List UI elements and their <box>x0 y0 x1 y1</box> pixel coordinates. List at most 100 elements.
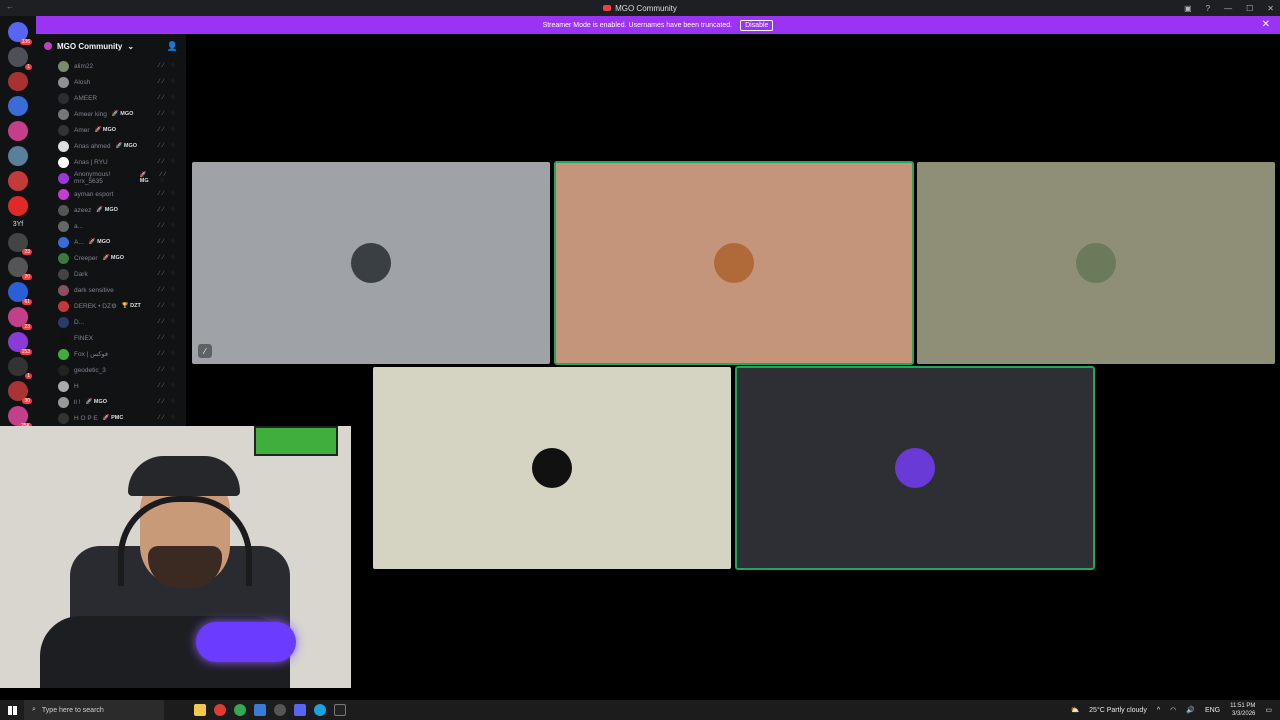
servers2-server-icon[interactable]: 30 <box>8 381 32 405</box>
voice-member-row[interactable]: a... ⁄⁄ ◌ <box>36 218 186 234</box>
network-icon[interactable]: ◠ <box>1170 706 1176 714</box>
member-name: Anonymous! mrx_5635 <box>74 171 111 185</box>
servers-server-icon[interactable] <box>8 121 28 142</box>
member-tag: 🚀 MGO <box>115 143 138 149</box>
servers2-server-icon[interactable]: 1 <box>8 356 32 380</box>
start-button[interactable] <box>0 700 24 720</box>
help-icon[interactable]: ? <box>1206 4 1210 13</box>
voice-member-row[interactable]: dark sensitive ⁄⁄ ◌ <box>36 282 186 298</box>
notification-icon[interactable]: ▭ <box>1265 706 1272 714</box>
voice-member-row[interactable]: H ⁄⁄ ◌ <box>36 378 186 394</box>
muted-icon: ⁄⁄ ◌ <box>158 287 178 293</box>
avatar <box>58 92 69 104</box>
volume-icon[interactable]: 🔊 <box>1186 706 1195 714</box>
app-icon[interactable] <box>274 704 286 716</box>
voice-member-row[interactable]: ll ! 🚀 MGO ⁄⁄ ◌ <box>36 394 186 410</box>
member-name: Dark <box>74 270 88 278</box>
voice-member-row[interactable]: Ameer king 🚀 MGO ⁄⁄ ◌ <box>36 106 186 122</box>
servers-server-icon[interactable] <box>8 195 28 216</box>
chevron-up-icon[interactable]: ^ <box>1157 707 1160 714</box>
voice-member-row[interactable]: Anas | RYU ⁄⁄ ◌ <box>36 154 186 170</box>
webcam-overlay <box>0 426 351 688</box>
member-name: FINEX <box>74 334 94 342</box>
headset <box>118 496 252 586</box>
voice-member-row[interactable]: AMEER ⁄⁄ ◌ <box>36 90 186 106</box>
member-name: ll ! <box>74 398 81 406</box>
voice-member-row[interactable]: Anonymous! mrx_5635 🚀 MG ⁄⁄ ◌ <box>36 170 186 186</box>
servers2-server-icon[interactable]: 25K <box>8 406 32 429</box>
voice-member-row[interactable]: D... ⁄⁄ ◌ <box>36 314 186 330</box>
voice-member-row[interactable]: H O P E 🚀 PMC ⁄⁄ ◌ <box>36 410 186 426</box>
opera-icon[interactable] <box>214 704 226 716</box>
maximize-icon[interactable]: ☐ <box>1246 4 1253 13</box>
servers-server-icon[interactable] <box>8 170 28 191</box>
video-tile[interactable] <box>554 161 914 365</box>
capcut-icon[interactable] <box>334 704 346 716</box>
muted-icon: ⁄⁄ ◌ <box>158 127 178 133</box>
video-tile[interactable] <box>917 162 1275 364</box>
close-window-icon[interactable]: ✕ <box>1267 4 1274 13</box>
back-arrow-icon[interactable]: ← <box>6 2 14 11</box>
voice-member-row[interactable]: Amer 🚀 MGO ⁄⁄ ◌ <box>36 122 186 138</box>
add-member-icon[interactable]: 👤 <box>167 41 178 52</box>
video-tile[interactable] <box>735 366 1095 570</box>
window-controls: ▣ ? — ☐ ✕ <box>1184 0 1274 16</box>
muted-icon: ⁄⁄ ◌ <box>158 79 178 85</box>
muted-icon: ⁄⁄ ◌ <box>158 319 178 325</box>
video-tile[interactable]: ⁄ <box>192 162 550 364</box>
servers2-server-icon[interactable]: 23 <box>8 232 32 256</box>
servers-server-icon[interactable] <box>8 146 28 166</box>
muted-icon: ⁄⁄ ◌ <box>158 63 178 69</box>
taskbar-search[interactable]: ⌕ Type here to search <box>24 700 164 720</box>
member-name: azeez <box>74 206 92 214</box>
voice-member-row[interactable]: ayman esport ⁄⁄ ◌ <box>36 186 186 202</box>
banner-close-icon[interactable]: ✕ <box>1262 19 1270 30</box>
voice-member-row[interactable]: DEREK • DZ⚙ 🏆 DZT ⁄⁄ ◌ <box>36 298 186 314</box>
unread-badge: 1 <box>25 373 32 380</box>
servers-server-icon[interactable]: 1 <box>8 46 32 70</box>
voice-member-row[interactable]: Fox | فوكس ⁄⁄ ◌ <box>36 346 186 362</box>
clock[interactable]: 11:51 PM 3/3/2026 <box>1230 702 1255 718</box>
voice-member-row[interactable]: FINEX ⁄⁄ ◌ <box>36 330 186 346</box>
servers-server-icon[interactable] <box>8 96 28 117</box>
muted-icon: ⁄⁄ ◌ <box>158 159 178 165</box>
store-icon[interactable] <box>254 704 266 716</box>
member-tag: 🚀 MGO <box>88 239 111 245</box>
avatar <box>58 396 69 408</box>
voice-member-row[interactable]: geodetic_3 ⁄⁄ ◌ <box>36 362 186 378</box>
language-indicator[interactable]: ENG <box>1205 707 1220 714</box>
voice-member-row[interactable]: Alosh ⁄⁄ ◌ <box>36 74 186 90</box>
voice-member-row[interactable]: Dark ⁄⁄ ◌ <box>36 266 186 282</box>
voice-member-row[interactable]: A... 🚀 MGO ⁄⁄ ◌ <box>36 234 186 250</box>
chrome-icon[interactable] <box>234 704 246 716</box>
voice-member-row[interactable]: Anas ahmed 🚀 MGO ⁄⁄ ◌ <box>36 138 186 154</box>
avatar <box>58 188 69 200</box>
search-icon: ⌕ <box>32 706 36 713</box>
member-name: Creeper <box>74 254 98 262</box>
server-header[interactable]: MGO Community ⌄ 👤 <box>36 34 186 58</box>
servers2-server-icon[interactable]: 61 <box>8 282 32 305</box>
minimize-icon[interactable]: — <box>1224 4 1232 13</box>
streamer-mode-banner: Streamer Mode is enabled. Usernames have… <box>36 16 1280 34</box>
servers2-server-icon[interactable]: 23 <box>8 306 32 330</box>
edge-icon[interactable] <box>314 704 326 716</box>
servers-server-icon[interactable]: 336 <box>8 22 32 45</box>
voice-member-row[interactable]: alim22 ⁄⁄ ◌ <box>36 58 186 74</box>
inbox-icon[interactable]: ▣ <box>1184 4 1192 13</box>
server-name: MGO Community <box>57 41 123 51</box>
video-tile[interactable] <box>373 367 731 569</box>
member-name: DEREK • DZ⚙ <box>74 303 117 310</box>
voice-member-row[interactable]: Creeper 🚀 MGO ⁄⁄ ◌ <box>36 250 186 266</box>
discord-icon[interactable] <box>294 704 306 716</box>
server-text-item[interactable]: 3Yf <box>13 221 24 228</box>
disable-button[interactable]: Disable <box>740 19 774 31</box>
file-explorer-icon[interactable] <box>194 704 206 716</box>
servers2-server-icon[interactable]: 153 <box>8 331 32 355</box>
servers-server-icon[interactable] <box>8 71 28 92</box>
member-tag: 🚀 MGO <box>85 399 108 405</box>
clock-time: 11:51 PM <box>1230 703 1256 709</box>
servers2-server-icon[interactable]: 20 <box>8 257 32 281</box>
muted-icon: ⁄⁄ ◌ <box>160 172 169 184</box>
weather-text[interactable]: 25°C Partly cloudy <box>1089 707 1147 714</box>
voice-member-row[interactable]: azeez 🚀 MGO ⁄⁄ ◌ <box>36 202 186 218</box>
